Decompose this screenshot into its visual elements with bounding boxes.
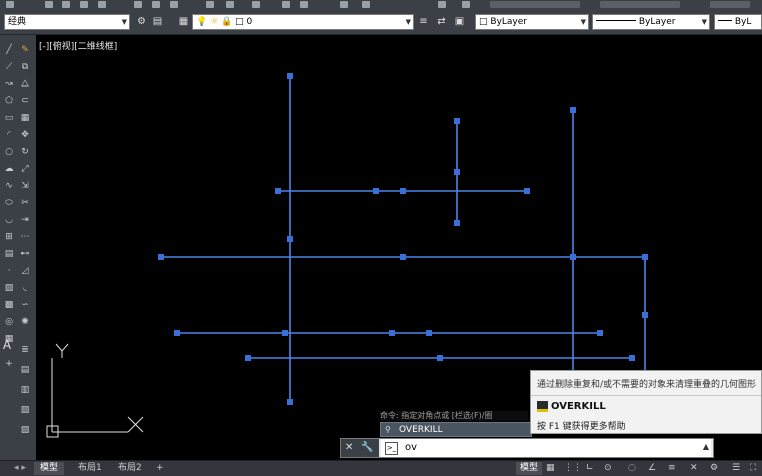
- ucs-icon: [46, 343, 144, 438]
- grip: [389, 330, 395, 336]
- command-icon: ⚲: [385, 425, 391, 434]
- grip: [570, 254, 576, 260]
- tab-layout1[interactable]: 布局1: [72, 462, 108, 475]
- tooltip-command-name: OVERKILL: [551, 401, 606, 412]
- model-space-toggle[interactable]: 模型: [516, 462, 543, 475]
- grid-icon[interactable]: ▦: [546, 462, 555, 475]
- command-line: ✕ 🔧 >_ ov ▲: [340, 438, 714, 458]
- grip: [437, 355, 443, 361]
- grip: [426, 330, 432, 336]
- grip: [629, 355, 635, 361]
- command-suggestion[interactable]: ⚲ OVERKILL: [380, 422, 532, 437]
- tab-nav-arrows[interactable]: ◂ ▸: [8, 462, 32, 475]
- grip: [454, 169, 460, 175]
- status-bar: ◂ ▸ 模型 布局1 布局2 + 模型 ▦ ⋮⋮ ∟ ⊙ ◌ ∠ ≡ ✕ ⚙ ☰…: [0, 460, 762, 476]
- wrench-icon[interactable]: 🔧: [361, 442, 373, 453]
- ortho-icon[interactable]: ∟: [586, 462, 594, 475]
- grip: [642, 254, 648, 260]
- prompt-icon: >_: [385, 442, 398, 455]
- tooltip-description: 通过删除重复和/或不需要的对象来清理重叠的几何图形: [537, 380, 757, 390]
- grip: [373, 188, 379, 194]
- annotation-icon[interactable]: ✕: [690, 462, 698, 475]
- grip: [245, 355, 251, 361]
- command-line-controls: ✕ 🔧: [341, 439, 379, 457]
- lineweight-icon[interactable]: ≡: [668, 462, 676, 475]
- tab-layout2[interactable]: 布局2: [112, 462, 148, 475]
- grip: [524, 188, 530, 194]
- command-input-value: ov: [405, 442, 418, 453]
- close-icon[interactable]: ✕: [345, 442, 353, 453]
- fullscreen-icon[interactable]: ⛶: [750, 462, 756, 475]
- grip: [174, 330, 180, 336]
- workspace-switch-icon[interactable]: ⚙: [710, 462, 718, 475]
- command-history: 命令: 指定对角点或 [栏选(F)/圈: [380, 411, 528, 421]
- grip: [400, 254, 406, 260]
- grip: [570, 107, 576, 113]
- customize-icon[interactable]: ☰: [732, 462, 740, 475]
- grip: [275, 188, 281, 194]
- command-input[interactable]: >_ ov: [381, 439, 711, 457]
- grip: [287, 73, 293, 79]
- grip: [454, 220, 460, 226]
- snap-icon[interactable]: ⋮⋮: [564, 462, 582, 475]
- overkill-icon: [537, 401, 548, 412]
- otrack-icon[interactable]: ∠: [648, 462, 656, 475]
- tooltip-divider: [531, 395, 761, 396]
- command-tooltip: 通过删除重复和/或不需要的对象来清理重叠的几何图形 OVERKILL 按 F1 …: [530, 370, 762, 434]
- chevron-up-icon[interactable]: ▲: [703, 442, 709, 451]
- grip: [282, 330, 288, 336]
- grip: [158, 254, 164, 260]
- polar-icon[interactable]: ⊙: [604, 462, 612, 475]
- grip: [454, 118, 460, 124]
- suggestion-label: OVERKILL: [399, 425, 443, 435]
- grip: [287, 399, 293, 405]
- osnap-icon[interactable]: ◌: [628, 462, 636, 475]
- grip: [597, 330, 603, 336]
- tab-model[interactable]: 模型: [34, 462, 65, 475]
- tooltip-help: 按 F1 键获得更多帮助: [537, 422, 626, 432]
- grip: [400, 188, 406, 194]
- grip: [287, 236, 293, 242]
- grip: [642, 312, 648, 318]
- tab-add[interactable]: +: [150, 462, 170, 475]
